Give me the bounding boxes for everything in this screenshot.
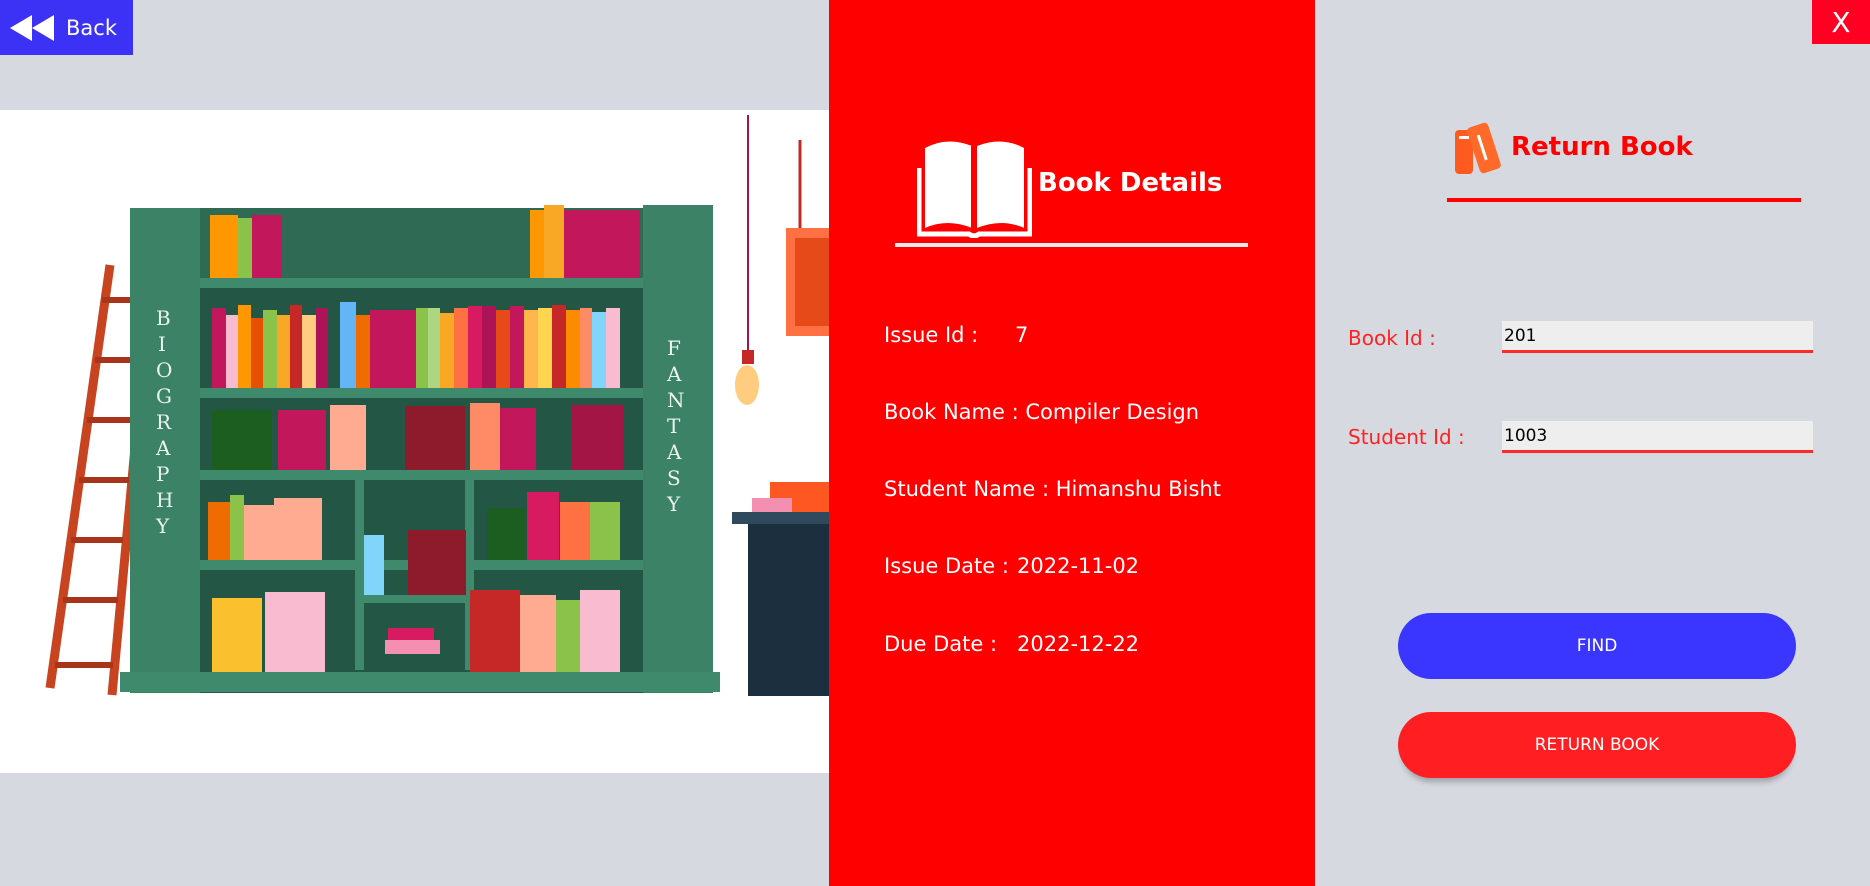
student-name-label: Student Name : (884, 477, 1050, 501)
open-book-icon (917, 141, 1032, 238)
back-button[interactable]: Back (0, 0, 133, 55)
book-id-label: Book Id : (1348, 326, 1436, 350)
issue-id-row: Issue Id : 7 (884, 323, 1028, 347)
student-name-row: Student Name : Himanshu Bisht (884, 477, 1221, 501)
find-button-label: FIND (1576, 636, 1618, 656)
book-name-label: Book Name : (884, 400, 1019, 424)
due-date-row: Due Date : 2022-12-22 (884, 632, 1139, 656)
book-details-header: Book Details (917, 128, 1222, 238)
issue-id-value: 7 (1015, 323, 1029, 347)
return-book-header: Return Book (1451, 118, 1693, 176)
issue-date-value: 2022-11-02 (1017, 554, 1140, 578)
return-book-title: Return Book (1511, 132, 1693, 162)
book-details-title: Book Details (1038, 168, 1223, 198)
book-details-panel: Book Details Issue Id : 7 Book Name : Co… (829, 0, 1315, 886)
issue-date-row: Issue Date : 2022-11-02 (884, 554, 1139, 578)
issue-date-label: Issue Date : (884, 554, 1009, 578)
back-label: Back (66, 15, 117, 40)
bookshelf-illustration: BIOGRAPHY FANTASY (45, 115, 829, 696)
student-id-input[interactable] (1502, 421, 1813, 453)
due-date-label: Due Date : (884, 632, 998, 656)
book-name-value: Compiler Design (1025, 400, 1200, 424)
return-book-button-label: RETURN BOOK (1534, 735, 1660, 755)
find-button[interactable]: FIND (1398, 613, 1796, 679)
close-label: X (1831, 5, 1851, 39)
book-name-row: Book Name : Compiler Design (884, 400, 1199, 424)
due-date-value: 2022-12-22 (1017, 632, 1140, 656)
books-icon (1455, 122, 1501, 174)
student-id-label: Student Id : (1348, 425, 1465, 449)
book-id-input[interactable] (1502, 321, 1813, 353)
close-button[interactable]: X (1812, 0, 1870, 44)
return-book-button[interactable]: RETURN BOOK (1398, 712, 1796, 778)
details-divider (895, 243, 1248, 247)
return-divider (1447, 198, 1801, 202)
rewind-icon (10, 14, 54, 41)
issue-id-label: Issue Id : (884, 323, 979, 347)
library-illustration: BIOGRAPHY FANTASY (0, 110, 829, 773)
student-name-value: Himanshu Bisht (1055, 477, 1221, 501)
